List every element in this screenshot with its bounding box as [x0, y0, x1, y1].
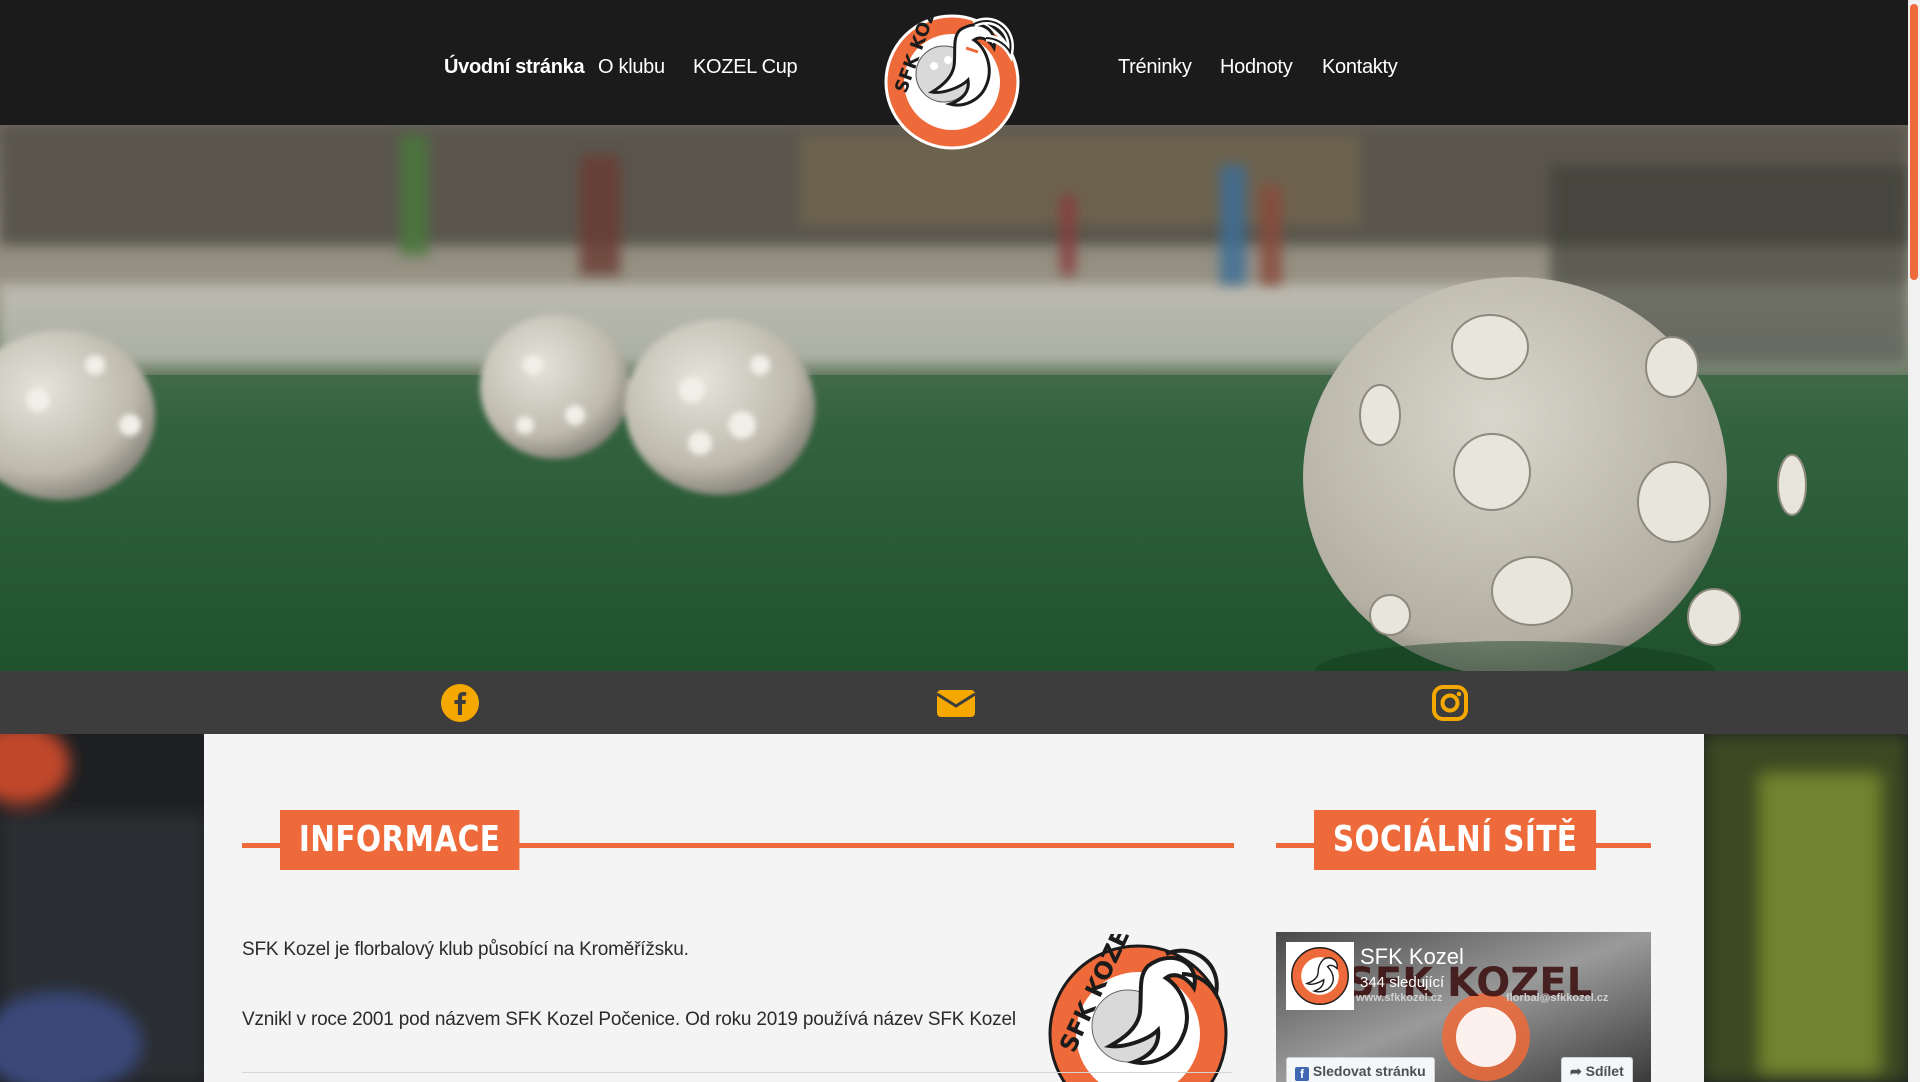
social-strip: [0, 671, 1908, 734]
social-heading: SOCIÁLNÍ SÍTĚ: [1314, 810, 1597, 870]
facebook-small-icon: f: [1295, 1067, 1309, 1081]
fb-cover-url-left: www.sfkkozel.cz: [1356, 992, 1443, 1004]
scrollbar[interactable]: [1908, 0, 1920, 1082]
nav-item-home[interactable]: Úvodní stránka: [444, 56, 585, 79]
fb-share-button[interactable]: ➦ Sdílet: [1561, 1057, 1633, 1082]
social-section-header: SOCIÁLNÍ SÍTĚ: [1276, 810, 1651, 870]
instagram-icon[interactable]: [1431, 684, 1469, 722]
fb-cover-url-right: florbal@sfkkozel.cz: [1506, 992, 1609, 1004]
fb-followers-count: 344 sledující: [1360, 974, 1445, 991]
info-section-header: INFORMACE: [242, 810, 1234, 870]
fb-page-avatar[interactable]: [1286, 942, 1354, 1010]
page: Úvodní stránka O klubu KOZEL Cup Trénink…: [0, 0, 1920, 1082]
share-arrow-icon: ➦: [1570, 1063, 1582, 1079]
hero-image: [0, 125, 1908, 671]
facebook-icon[interactable]: [441, 684, 479, 722]
fb-follow-label: Sledovat stránku: [1312, 1063, 1426, 1079]
info-club-logo: SFK KOZEL: [1048, 934, 1228, 1082]
nav-item-contacts[interactable]: Kontakty: [1322, 56, 1398, 79]
envelope-icon[interactable]: [936, 684, 976, 722]
content-panel: INFORMACE SFK Kozel je florbalový klub p…: [204, 734, 1704, 1082]
facebook-page-widget[interactable]: SFK KOZEL www.sfkkozel.cz florbal@sfkkoz…: [1276, 932, 1651, 1082]
info-heading: INFORMACE: [280, 810, 520, 870]
info-paragraph-1: SFK Kozel je florbalový klub působící na…: [242, 939, 689, 960]
nav-item-values[interactable]: Hodnoty: [1220, 56, 1293, 79]
club-logo[interactable]: SFK KOZEL: [882, 8, 1030, 156]
nav-item-kozel-cup[interactable]: KOZEL Cup: [693, 56, 798, 79]
info-divider: [242, 1072, 1232, 1073]
scrollbar-thumb[interactable]: [1910, 4, 1918, 280]
info-paragraph-2: Vznikl v roce 2001 pod názvem SFK Kozel …: [242, 1009, 1016, 1030]
fb-follow-button[interactable]: f Sledovat stránku: [1286, 1057, 1435, 1082]
nav-item-about[interactable]: O klubu: [598, 56, 665, 79]
fb-share-label: Sdílet: [1585, 1063, 1624, 1079]
fb-page-name[interactable]: SFK Kozel: [1360, 944, 1464, 970]
nav-item-trainings[interactable]: Tréninky: [1118, 56, 1192, 79]
